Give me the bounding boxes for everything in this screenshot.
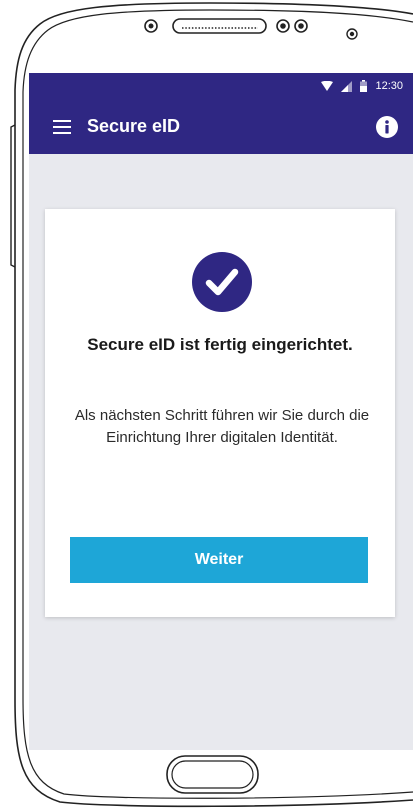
info-icon[interactable] bbox=[375, 115, 399, 139]
status-time: 12:30 bbox=[375, 80, 403, 92]
card-title: Secure eID ist fertig eingerichtet. bbox=[87, 335, 353, 354]
card-description: Als nächsten Schritt führen wir Sie durc… bbox=[74, 407, 370, 446]
app-title: Secure eID bbox=[87, 116, 181, 136]
battery-icon bbox=[360, 80, 368, 92]
app-bar: Secure eID bbox=[29, 99, 413, 154]
signal-icon bbox=[341, 80, 353, 92]
continue-button[interactable]: Weiter bbox=[70, 537, 368, 583]
menu-icon[interactable] bbox=[53, 119, 71, 134]
check-circle-icon bbox=[192, 252, 252, 312]
setup-complete-card: Secure eID ist fertig eingerichtet. Als … bbox=[45, 209, 395, 617]
phone-screen: 12:30 Secure eID Secure eID ist fertig e… bbox=[29, 73, 413, 750]
status-bar: 12:30 bbox=[29, 73, 413, 99]
wifi-icon bbox=[321, 81, 334, 91]
